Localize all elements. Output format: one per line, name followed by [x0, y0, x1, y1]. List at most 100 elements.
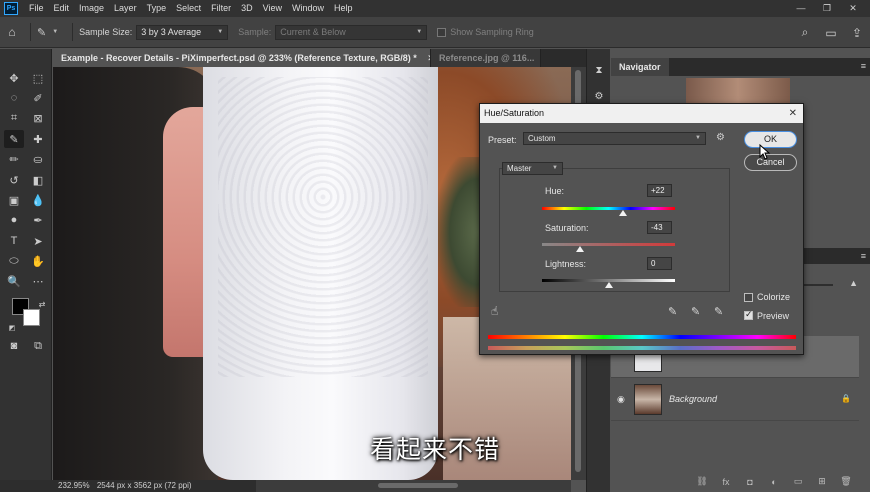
preset-select[interactable]: Custom ▼ — [523, 132, 706, 145]
sample-size-label: Sample Size: — [79, 27, 133, 37]
chevron-down-icon[interactable]: ▼ — [52, 29, 58, 35]
channel-select[interactable]: Master ▼ — [502, 162, 563, 175]
show-sampling-ring-checkbox[interactable] — [437, 27, 447, 37]
delete-layer-icon[interactable]: 🗑 — [834, 476, 858, 487]
menu-file[interactable]: File — [24, 0, 49, 17]
sample-value: Current & Below — [280, 27, 346, 37]
panel-menu-icon[interactable]: ≡ — [861, 251, 866, 261]
video-subtitle: 看起来不错 — [370, 435, 501, 464]
colorize-checkbox[interactable] — [744, 293, 753, 302]
restore-icon[interactable]: ❐ — [814, 0, 840, 17]
close-icon[interactable]: ✕ — [789, 104, 797, 123]
tab-reference-jpg[interactable]: Reference.jpg @ 116... — [431, 49, 541, 67]
quick-selection-tool-icon[interactable]: ✐ — [28, 89, 48, 107]
menu-layer[interactable]: Layer — [109, 0, 142, 17]
colorize-label: Colorize — [757, 292, 791, 302]
history-panel-icon[interactable]: ⧗ — [592, 65, 606, 79]
tab-example-psd[interactable]: Example - Recover Details - PiXimperfect… — [53, 49, 431, 67]
layer-row-background[interactable]: ◉ Background 🔒 — [611, 379, 859, 421]
add-mask-icon[interactable]: ◘ — [738, 477, 762, 487]
home-icon[interactable]: ⌂ — [0, 25, 24, 39]
adjustment-group — [499, 168, 730, 292]
sample-select[interactable]: Current & Below ▼ — [275, 24, 428, 40]
lightness-slider-knob[interactable] — [604, 282, 613, 288]
new-layer-icon[interactable]: ⊞ — [810, 476, 834, 487]
hue-slider-knob[interactable] — [619, 210, 628, 216]
add-to-sample-eyedropper-icon[interactable]: ✎ — [691, 305, 700, 318]
dialog-title-bar[interactable]: Hue/Saturation ✕ — [480, 104, 803, 123]
zoom-in-mountain-icon[interactable]: ▲ — [849, 278, 858, 288]
menu-filter[interactable]: Filter — [206, 0, 236, 17]
eye-icon[interactable]: ◉ — [617, 394, 625, 405]
saturation-field[interactable]: -43 — [647, 221, 672, 234]
quick-mask-icon[interactable]: ◙ — [4, 337, 24, 355]
mouse-pointer-icon — [759, 144, 771, 160]
options-bar: ⌂ ✎ ▼ Sample Size: 3 by 3 Average ▼ Samp… — [0, 17, 870, 48]
menu-edit[interactable]: Edit — [49, 0, 75, 17]
lasso-tool-icon[interactable]: ◌ — [4, 89, 24, 107]
blur-tool-icon[interactable]: 💧 — [28, 191, 48, 209]
dodge-tool-icon[interactable]: ● — [4, 211, 24, 229]
eyedropper-tool-preset-icon[interactable]: ✎ — [37, 26, 46, 39]
history-brush-tool-icon[interactable]: ↺ — [4, 171, 24, 189]
chevron-down-icon: ▼ — [695, 135, 701, 141]
move-tool-icon[interactable]: ✥ — [4, 69, 24, 87]
swap-colors-icon[interactable]: ⇄ — [32, 295, 52, 313]
brush-tool-icon[interactable]: ✏ — [4, 150, 24, 168]
link-layers-icon[interactable]: ⛓ — [690, 476, 714, 487]
screen-mode-icon[interactable]: ⧉ — [28, 337, 48, 355]
output-color-bar — [488, 346, 796, 350]
type-tool-icon[interactable]: T — [4, 232, 24, 250]
navigator-panel-header: Navigator ≡ — [611, 58, 870, 76]
targeted-adjustment-hand-icon[interactable]: ☝ — [491, 304, 498, 318]
default-colors-icon[interactable]: ◩ — [2, 319, 22, 337]
subtract-from-sample-eyedropper-icon[interactable]: ✎ — [714, 305, 723, 318]
hue-saturation-dialog: Hue/Saturation ✕ Preset: Custom ▼ ⚙ OK C… — [479, 103, 804, 355]
workspace-icon[interactable]: ▭ — [818, 26, 844, 40]
share-icon[interactable]: ⇪ — [844, 26, 870, 40]
menu-help[interactable]: Help — [329, 0, 358, 17]
sample-size-select[interactable]: 3 by 3 Average ▼ — [136, 24, 229, 40]
preset-options-gear-icon[interactable]: ⚙ — [716, 132, 725, 143]
navigator-thumbnail[interactable] — [686, 78, 790, 106]
saturation-slider-knob[interactable] — [575, 246, 584, 252]
menu-view[interactable]: View — [258, 0, 287, 17]
panel-menu-icon[interactable]: ≡ — [861, 61, 866, 71]
preview-checkbox[interactable] — [744, 309, 753, 320]
close-window-icon[interactable]: ✕ — [840, 0, 866, 17]
minimize-icon[interactable]: — — [788, 0, 814, 17]
rectangle-tool-icon[interactable]: ⬭ — [4, 252, 24, 270]
menu-type[interactable]: Type — [142, 0, 172, 17]
menu-select[interactable]: Select — [171, 0, 206, 17]
healing-brush-tool-icon[interactable]: ✚ — [28, 130, 48, 148]
eraser-tool-icon[interactable]: ◧ — [28, 171, 48, 189]
menu-3d[interactable]: 3D — [236, 0, 258, 17]
scroll-thumb[interactable] — [378, 483, 458, 488]
hue-field[interactable]: +22 — [647, 184, 672, 197]
hand-tool-icon[interactable]: ✋ — [28, 252, 48, 270]
menu-window[interactable]: Window — [287, 0, 329, 17]
more-tools-icon[interactable]: ⋯ — [28, 272, 48, 290]
eyedropper-tool-icon[interactable]: ✎ — [4, 130, 24, 148]
pen-tool-icon[interactable]: ✒ — [28, 211, 48, 229]
adjustment-layer-icon[interactable]: ◐ — [762, 477, 786, 487]
zoom-level[interactable]: 232.95% — [58, 481, 90, 490]
saturation-slider[interactable] — [542, 243, 675, 246]
search-icon[interactable]: ⌕ — [792, 25, 818, 40]
new-group-icon[interactable]: ▭ — [786, 476, 810, 487]
status-bar: 232.95% 2544 px x 3562 px (72 ppi) — [0, 480, 256, 492]
lightness-field[interactable]: 0 — [647, 257, 672, 270]
crop-tool-icon[interactable]: ⌗ — [4, 109, 24, 127]
path-selection-tool-icon[interactable]: ➤ — [28, 232, 48, 250]
zoom-tool-icon[interactable]: 🔍 — [4, 272, 24, 290]
hue-slider[interactable] — [542, 207, 675, 210]
eyedropper-icon[interactable]: ✎ — [668, 305, 677, 318]
frame-tool-icon[interactable]: ⊠ — [28, 109, 48, 127]
tab-label: Reference.jpg @ 116... — [439, 53, 535, 63]
clone-stamp-tool-icon[interactable]: ⛀ — [28, 150, 48, 168]
fx-icon[interactable]: fx — [714, 477, 738, 487]
marquee-tool-icon[interactable]: ⬚ — [28, 69, 48, 87]
gradient-tool-icon[interactable]: ▣ — [4, 191, 24, 209]
menu-image[interactable]: Image — [74, 0, 109, 17]
tab-navigator[interactable]: Navigator — [611, 58, 669, 76]
